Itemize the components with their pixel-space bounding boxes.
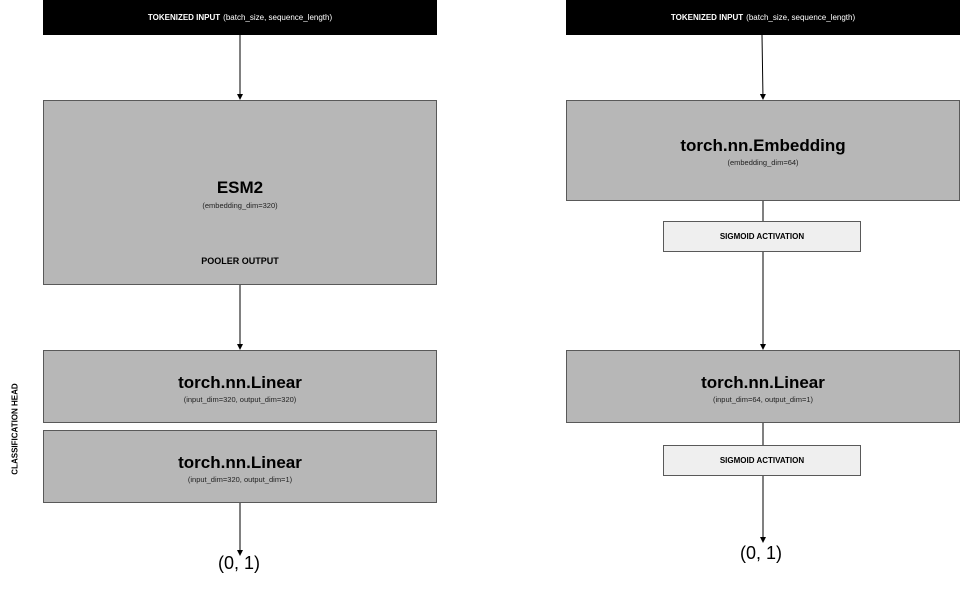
right-input-shape: (batch_size, sequence_length): [746, 13, 856, 22]
left-output-label: (0, 1): [218, 553, 261, 573]
right-input-label: TOKENIZED INPUT: [670, 13, 744, 22]
left-linear-1-title: torch.nn.Linear: [178, 373, 302, 392]
embedding-subtitle: (embedding_dim=64): [727, 158, 799, 167]
left-input-shape: (batch_size, sequence_length): [223, 13, 333, 22]
left-linear-block-1: torch.nn.Linear (input_dim=320, output_d…: [43, 350, 437, 423]
embedding-block: torch.nn.Embedding (embedding_dim=64): [566, 100, 960, 201]
sigmoid-activation-1: SIGMOID ACTIVATION: [663, 221, 861, 252]
right-output-label: (0, 1): [740, 543, 783, 563]
left-linear-block-2: torch.nn.Linear (input_dim=320, output_d…: [43, 430, 437, 503]
esm2-block: ESM2 (embedding_dim=320) POOLER OUTPUT: [43, 100, 437, 285]
connector-layer: [237, 34, 766, 556]
right-linear-title: torch.nn.Linear: [701, 373, 825, 392]
embedding-title: torch.nn.Embedding: [680, 136, 846, 155]
left-tokenized-input: TOKENIZED INPUT (batch_size, sequence_le…: [43, 0, 437, 35]
arrow-input-to-embedding: [759, 34, 766, 100]
sigmoid-activation-2: SIGMOID ACTIVATION: [663, 445, 861, 476]
left-input-label: TOKENIZED INPUT: [147, 13, 221, 22]
left-linear-2-subtitle: (input_dim=320, output_dim=1): [187, 475, 293, 484]
left-linear-2-title: torch.nn.Linear: [178, 453, 302, 472]
right-linear-subtitle: (input_dim=64, output_dim=1): [712, 395, 814, 404]
right-linear-block: torch.nn.Linear (input_dim=64, output_di…: [566, 350, 960, 423]
esm2-subtitle: (embedding_dim=320): [202, 201, 278, 210]
esm2-title: ESM2: [216, 178, 264, 197]
classification-head-label: CLASSIFICATION HEAD: [10, 383, 20, 475]
right-tokenized-input: TOKENIZED INPUT (batch_size, sequence_le…: [566, 0, 960, 35]
pooler-output-label: POOLER OUTPUT: [201, 256, 279, 266]
left-linear-1-subtitle: (input_dim=320, output_dim=320): [183, 395, 297, 404]
